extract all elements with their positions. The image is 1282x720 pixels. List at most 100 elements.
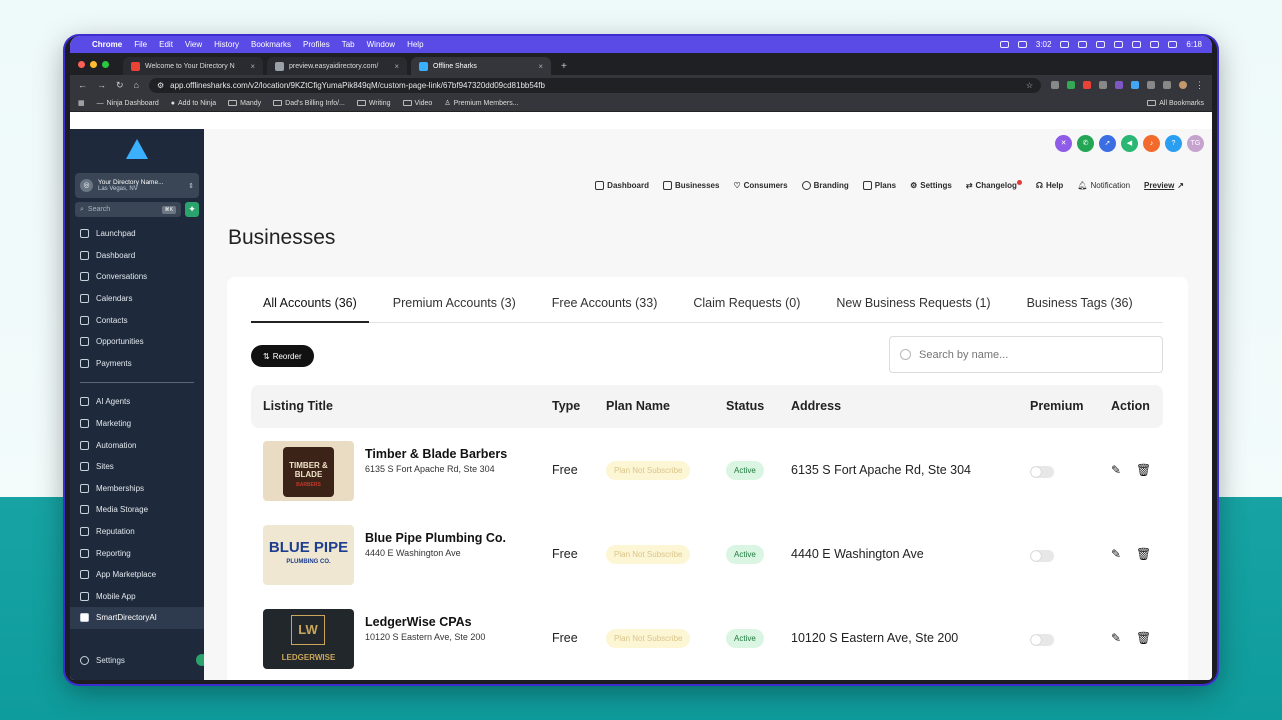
edit-pencil-icon[interactable]: ✎ — [1111, 631, 1121, 645]
extension-icon[interactable] — [1051, 81, 1059, 89]
sidebar-item-settings[interactable]: Settings — [70, 650, 208, 670]
bookmark-folder[interactable]: Video — [402, 100, 432, 107]
nav-branding[interactable]: Branding — [801, 181, 849, 190]
sidebar-item-memberships[interactable]: Memberships — [70, 478, 204, 500]
menu-file[interactable]: File — [134, 40, 147, 49]
sidebar-item-reputation[interactable]: Reputation — [70, 521, 204, 543]
user-avatar[interactable]: TG — [1187, 135, 1204, 152]
battery-icon[interactable] — [1168, 41, 1178, 48]
listing-title[interactable]: LedgerWise CPAs — [365, 615, 472, 629]
extension-icon[interactable] — [1099, 81, 1107, 89]
sidebar-item-marketing[interactable]: Marketing — [70, 413, 204, 435]
nav-businesses[interactable]: Businesses — [662, 181, 719, 190]
premium-toggle[interactable] — [1030, 466, 1054, 478]
extensions-puzzle-icon[interactable] — [1147, 81, 1155, 89]
timer-readout[interactable]: 3:02 — [1036, 40, 1052, 49]
phone-icon[interactable]: ✆ — [1077, 135, 1094, 152]
bluetooth-icon[interactable] — [1114, 41, 1124, 48]
nav-notification[interactable]: 🔔︎ Notification — [1077, 181, 1130, 190]
extension-icon[interactable] — [1131, 81, 1139, 89]
extension-icon[interactable] — [1083, 81, 1091, 89]
delete-trash-icon[interactable]: 🗑︎ — [1136, 463, 1151, 477]
edit-pencil-icon[interactable]: ✎ — [1111, 547, 1121, 561]
extension-icon[interactable] — [1115, 81, 1123, 89]
sidebar-item-app-marketplace[interactable]: App Marketplace — [70, 564, 204, 586]
column-header-address[interactable]: Address — [791, 399, 841, 413]
menu-view[interactable]: View — [185, 40, 202, 49]
column-header-type[interactable]: Type — [552, 399, 580, 413]
reorder-button[interactable]: ⇅ Reorder — [251, 345, 314, 367]
menu-edit[interactable]: Edit — [159, 40, 173, 49]
menubar-clock[interactable]: 6:18 — [1186, 40, 1202, 49]
account-switcher[interactable]: ◎ Your Directory Name... Las Vegas, NV ⇕ — [75, 173, 199, 198]
edit-pencil-icon[interactable]: ✎ — [1111, 463, 1121, 477]
all-bookmarks-folder[interactable]: All Bookmarks — [1147, 100, 1204, 107]
bookmark-folder[interactable]: Mandy — [228, 100, 261, 107]
column-header-plan-name[interactable]: Plan Name — [606, 399, 670, 413]
bookmark-star-icon[interactable]: ☆ — [1026, 81, 1033, 90]
browser-tab[interactable]: preview.easyaidirectory.com/ × — [267, 57, 407, 75]
back-icon[interactable]: ← — [78, 80, 87, 90]
sidebar-item-smartdirectoryai[interactable]: SmartDirectoryAI — [70, 607, 204, 629]
nav-plans[interactable]: Plans — [862, 181, 896, 190]
forward-icon[interactable]: → — [97, 80, 106, 90]
premium-toggle[interactable] — [1030, 634, 1054, 646]
sidebar-item-media-storage[interactable]: Media Storage — [70, 499, 204, 521]
extension-icon[interactable] — [1067, 81, 1075, 89]
search-input[interactable] — [919, 348, 1139, 361]
minimize-window-button[interactable] — [90, 60, 97, 68]
nav-help[interactable]: ☊ Help — [1036, 181, 1063, 190]
close-tab-icon[interactable]: × — [250, 62, 255, 71]
table-row[interactable]: TIMBER & BLADE BARBERS Timber & Blade Ba… — [251, 441, 1163, 525]
tab-free-accounts[interactable]: Free Accounts (33) — [552, 289, 670, 323]
column-header-premium[interactable]: Premium — [1030, 399, 1084, 413]
help-icon[interactable]: ? — [1165, 135, 1182, 152]
bookmark-item[interactable]: — Ninja Dashboard — [97, 100, 159, 107]
sidebar-item-launchpad[interactable]: Launchpad — [70, 223, 204, 245]
apps-grid-icon[interactable]: ▦ — [78, 99, 85, 107]
site-info-icon[interactable]: ⚙ — [157, 81, 164, 90]
close-window-button[interactable] — [78, 60, 85, 68]
nav-consumers[interactable]: ♡ Consumers — [733, 181, 787, 190]
listing-title[interactable]: Blue Pipe Plumbing Co. — [365, 531, 506, 545]
sidebar-item-sites[interactable]: Sites — [70, 456, 204, 478]
tab-new-business-requests[interactable]: New Business Requests (1) — [836, 289, 1002, 323]
close-tab-icon[interactable]: × — [538, 62, 543, 71]
tab-all-accounts[interactable]: All Accounts (36) — [251, 289, 369, 323]
sidebar-item-reporting[interactable]: Reporting — [70, 542, 204, 564]
bookmark-item[interactable]: ♙ Premium Members... — [444, 99, 518, 108]
sidebar-item-ai-agents[interactable]: AI Agents — [70, 391, 204, 413]
menu-help[interactable]: Help — [407, 40, 423, 49]
megaphone-icon[interactable]: ◀ — [1121, 135, 1138, 152]
zoom-window-button[interactable] — [102, 60, 109, 68]
display-icon[interactable] — [1132, 41, 1142, 48]
side-panel-icon[interactable] — [1163, 81, 1171, 89]
wifi-icon[interactable] — [1150, 41, 1160, 48]
menubar-app-name[interactable]: Chrome — [92, 40, 122, 49]
new-tab-button[interactable]: + — [555, 57, 573, 75]
profile-avatar[interactable] — [1179, 81, 1187, 89]
column-header-action[interactable]: Action — [1111, 399, 1150, 413]
browser-tab-active[interactable]: Offline Sharks × — [411, 57, 551, 75]
sidebar-item-dashboard[interactable]: Dashboard — [70, 245, 204, 267]
status-icon[interactable] — [1017, 41, 1027, 48]
bookmark-folder[interactable]: Writing — [356, 100, 391, 107]
delete-trash-icon[interactable]: 🗑︎ — [1136, 631, 1151, 645]
browser-menu-icon[interactable]: ⋮ — [1195, 80, 1204, 91]
listing-title[interactable]: Timber & Blade Barbers — [365, 447, 507, 461]
sidebar-item-calendars[interactable]: Calendars — [70, 288, 204, 310]
table-row[interactable]: BLUE PIPE PLUMBING CO. Blue Pipe Plumbin… — [251, 525, 1163, 609]
menu-window[interactable]: Window — [367, 40, 395, 49]
tab-claim-requests[interactable]: Claim Requests (0) — [693, 289, 812, 323]
app-logo[interactable] — [70, 129, 204, 169]
sidebar-item-mobile-app[interactable]: Mobile App — [70, 586, 204, 608]
reload-icon[interactable]: ↻ — [116, 80, 124, 91]
voice-ai-icon[interactable]: ✕ — [1055, 135, 1072, 152]
sidebar-item-conversations[interactable]: Conversations — [70, 266, 204, 288]
menu-profiles[interactable]: Profiles — [303, 40, 330, 49]
column-header-listing-title[interactable]: Listing Title — [263, 399, 333, 413]
menu-history[interactable]: History — [214, 40, 239, 49]
sidebar-search-input[interactable]: ⌕ Search ⌘K — [75, 202, 181, 217]
sidebar-item-opportunities[interactable]: Opportunities — [70, 331, 204, 353]
bookmark-folder[interactable]: Dad's Billing Info/... — [273, 100, 345, 107]
